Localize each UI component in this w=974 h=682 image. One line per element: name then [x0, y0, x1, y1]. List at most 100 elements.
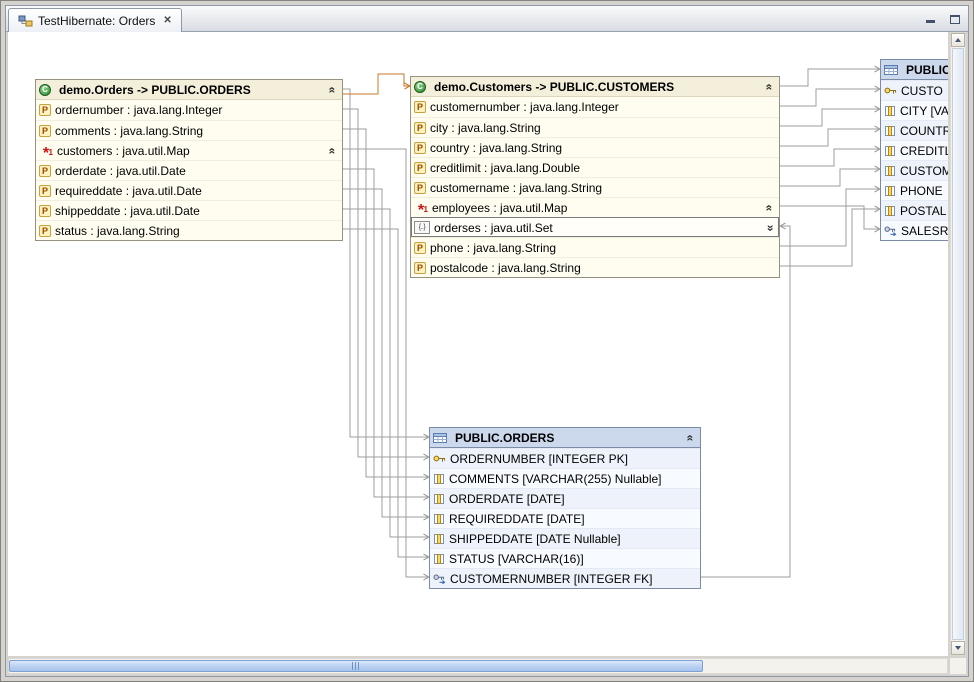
collapse-icon[interactable] [683, 431, 697, 445]
field-label: customername : java.lang.String [430, 181, 602, 195]
collapse-icon[interactable] [762, 80, 776, 94]
class-icon [414, 81, 426, 93]
horizontal-scrollbar-thumb[interactable] [9, 660, 703, 672]
field-row[interactable]: postalcode : java.lang.String [411, 257, 779, 277]
column-row[interactable]: REQUIREDDATE [DATE] [430, 508, 700, 528]
column-label: POSTAL [900, 204, 946, 218]
column-row[interactable]: ORDERNUMBER [INTEGER PK] [430, 448, 700, 468]
vertical-scrollbar-thumb[interactable] [952, 48, 964, 640]
field-row[interactable]: customers : java.util.Map [36, 140, 342, 160]
column-label: CUSTOMERNUMBER [INTEGER FK] [450, 572, 652, 586]
many-to-one-icon [414, 201, 428, 214]
table-header[interactable]: PUBLIC.CUSTOMERS [881, 60, 948, 80]
field-label: postalcode : java.lang.String [430, 261, 581, 275]
many-to-one-icon [39, 144, 53, 157]
field-label: employees : java.util.Map [432, 201, 567, 215]
scroll-down-button[interactable] [951, 641, 965, 655]
column-row[interactable]: POSTAL [881, 200, 948, 220]
field-label: orderses : java.util.Set [434, 221, 553, 235]
window-frame: TestHibernate: Orders ✕ [0, 0, 974, 682]
thumb-grip-icon [352, 662, 361, 670]
field-row[interactable]: customername : java.lang.String [411, 177, 779, 197]
table-public-orders[interactable]: PUBLIC.ORDERS ORDERNUMBER [INTEGER PK] C… [429, 427, 701, 589]
column-label: CUSTOM [900, 164, 948, 178]
property-icon [39, 225, 51, 237]
column-row[interactable]: COUNTR [881, 120, 948, 140]
foreign-key-icon [884, 225, 897, 236]
column-row[interactable]: STATUS [VARCHAR(16)] [430, 548, 700, 568]
diagram-file-icon [18, 14, 33, 28]
table-header[interactable]: PUBLIC.ORDERS [430, 428, 700, 448]
field-row[interactable]: status : java.lang.String [36, 220, 342, 240]
column-icon [884, 145, 896, 157]
primary-key-icon [433, 453, 446, 464]
field-label: orderdate : java.util.Date [55, 164, 186, 178]
scroll-up-button[interactable] [951, 33, 965, 47]
entity-title: demo.Customers -> PUBLIC.CUSTOMERS [434, 80, 674, 94]
column-label: ORDERNUMBER [INTEGER PK] [450, 452, 628, 466]
entity-orders-class[interactable]: demo.Orders -> PUBLIC.ORDERS ordernumber… [35, 79, 343, 241]
diagram-view: TestHibernate: Orders ✕ [5, 5, 969, 677]
field-row[interactable]: city : java.lang.String [411, 117, 779, 137]
column-icon [433, 513, 445, 525]
column-icon [884, 205, 896, 217]
primary-key-icon [884, 85, 897, 96]
collapse-icon[interactable] [762, 201, 776, 215]
field-row[interactable]: comments : java.lang.String [36, 120, 342, 140]
tab-close-icon[interactable]: ✕ [163, 15, 171, 26]
tab-title: TestHibernate: Orders [38, 14, 155, 28]
vertical-scrollbar[interactable] [950, 32, 966, 656]
column-row[interactable]: ORDERDATE [DATE] [430, 488, 700, 508]
entity-header[interactable]: demo.Customers -> PUBLIC.CUSTOMERS [411, 77, 779, 97]
field-label: ordernumber : java.lang.Integer [55, 103, 222, 117]
column-row[interactable]: CITY [VA [881, 100, 948, 120]
field-row[interactable]: shippeddate : java.util.Date [36, 200, 342, 220]
field-label: shippeddate : java.util.Date [55, 204, 200, 218]
column-row[interactable]: SHIPPEDDATE [DATE Nullable] [430, 528, 700, 548]
column-label: ORDERDATE [DATE] [449, 492, 565, 506]
property-icon [39, 185, 51, 197]
column-label: CUSTO [901, 84, 943, 98]
collapse-icon[interactable] [325, 144, 339, 158]
column-row[interactable]: CUSTO [881, 80, 948, 100]
column-row[interactable]: CREDITL [881, 140, 948, 160]
column-row[interactable]: SALESR [881, 220, 948, 240]
column-icon [884, 105, 896, 117]
field-label: customers : java.util.Map [57, 144, 190, 158]
property-icon [39, 165, 51, 177]
column-row[interactable]: COMMENTS [VARCHAR(255) Nullable] [430, 468, 700, 488]
table-public-customers[interactable]: PUBLIC.CUSTOMERS CUSTO CITY [VA [880, 59, 948, 241]
arrow-up-icon [955, 38, 961, 42]
field-row[interactable]: ordernumber : java.lang.Integer [36, 100, 342, 120]
collapse-icon[interactable] [325, 83, 339, 97]
tab-testhibernate-orders[interactable]: TestHibernate: Orders ✕ [8, 8, 182, 32]
field-row[interactable]: orderdate : java.util.Date [36, 160, 342, 180]
minimize-button[interactable] [923, 11, 938, 26]
field-row-orderses[interactable]: orderses : java.util.Set [411, 217, 779, 237]
property-icon [414, 101, 426, 113]
diagram-canvas[interactable]: demo.Orders -> PUBLIC.ORDERS ordernumber… [8, 32, 948, 656]
column-icon [884, 125, 896, 137]
field-row[interactable]: country : java.lang.String [411, 137, 779, 157]
arrow-down-icon [955, 646, 961, 650]
maximize-button[interactable] [947, 11, 962, 26]
field-label: city : java.lang.String [430, 121, 541, 135]
expand-icon[interactable] [762, 221, 776, 235]
column-label: SALESR [901, 224, 948, 238]
column-row[interactable]: PHONE [881, 180, 948, 200]
field-row[interactable]: customernumber : java.lang.Integer [411, 97, 779, 117]
field-row[interactable]: phone : java.lang.String [411, 237, 779, 257]
field-row[interactable]: creditlimit : java.lang.Double [411, 157, 779, 177]
property-icon [414, 182, 426, 194]
field-label: customernumber : java.lang.Integer [430, 100, 619, 114]
entity-header[interactable]: demo.Orders -> PUBLIC.ORDERS [36, 80, 342, 100]
property-icon [39, 205, 51, 217]
entity-customers-class[interactable]: demo.Customers -> PUBLIC.CUSTOMERS custo… [410, 76, 780, 278]
column-row[interactable]: CUSTOMERNUMBER [INTEGER FK] [430, 568, 700, 588]
property-icon [414, 162, 426, 174]
horizontal-scrollbar[interactable] [8, 658, 948, 674]
field-row[interactable]: requireddate : java.util.Date [36, 180, 342, 200]
field-row[interactable]: employees : java.util.Map [411, 197, 779, 217]
column-row[interactable]: CUSTOM [881, 160, 948, 180]
property-icon [414, 122, 426, 134]
